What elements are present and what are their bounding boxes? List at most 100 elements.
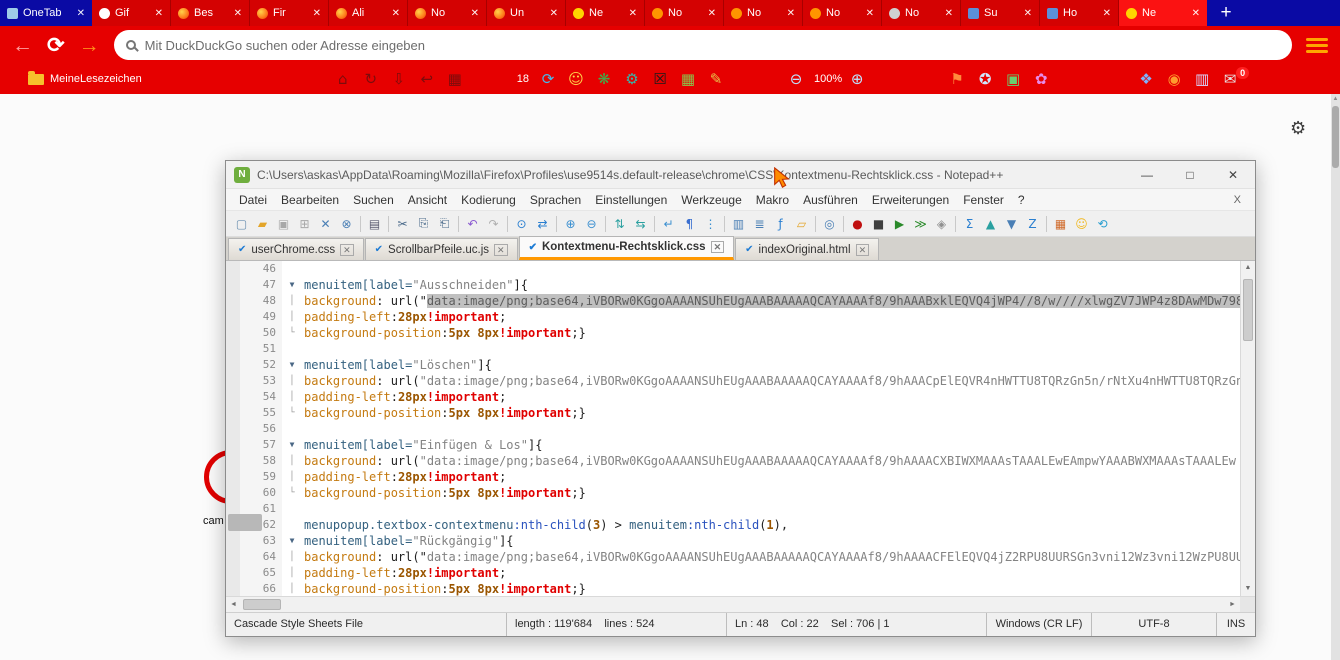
menu-button[interactable] [1306,38,1328,53]
tab-close-icon[interactable]: ✕ [234,8,242,19]
browser-tab[interactable]: Ali✕ [329,0,408,26]
zoom-out-icon[interactable]: ⊖ [785,65,807,93]
tab-close-icon[interactable]: ✕ [711,241,725,253]
tab-close-icon[interactable]: ✕ [155,8,163,19]
menu-makro[interactable]: Makro [749,193,796,207]
plugin-triangle-up-icon[interactable]: ▲ [980,214,1001,234]
record-macro-icon[interactable]: ● [847,214,868,234]
globe-icon[interactable]: ✪ [974,65,996,93]
print-icon[interactable]: ▤ [364,214,385,234]
plugin-smiley-icon[interactable]: ☺ [1071,214,1092,234]
menu-sprachen[interactable]: Sprachen [523,193,588,207]
npp-tab[interactable]: ✔ScrollbarPfeile.uc.js✕ [365,238,518,260]
browser-tab[interactable]: Un✕ [487,0,566,26]
minimize-button[interactable]: — [1129,168,1165,182]
menu-fenster[interactable]: Fenster [956,193,1011,207]
code-area[interactable]: menuitem[label="Ausschneiden"]{backgroun… [302,261,1240,596]
url-input[interactable] [145,38,1280,53]
tab-close-icon[interactable]: ✕ [787,8,795,19]
grid-icon[interactable]: ▦ [444,65,466,93]
smiley-icon[interactable]: ☺ [565,65,587,93]
browser-tab[interactable]: Gif✕ [92,0,171,26]
browser-tab[interactable]: No✕ [803,0,882,26]
tab-close-icon[interactable]: ✕ [340,244,354,256]
tab-close-icon[interactable]: ✕ [494,244,508,256]
notes-icon[interactable]: ✎ [705,65,727,93]
word-wrap-icon[interactable]: ↵ [658,214,679,234]
close-all-icon[interactable]: ⊗ [336,214,357,234]
open-file-icon[interactable]: ▰ [252,214,273,234]
tab-close-icon[interactable]: ✕ [1192,8,1200,19]
undo-icon[interactable]: ↶ [462,214,483,234]
save-macro-icon[interactable]: ◈ [931,214,952,234]
npp-titlebar[interactable]: N C:\Users\askas\AppData\Roaming\Mozilla… [226,161,1255,189]
menu-bearbeiten[interactable]: Bearbeiten [274,193,346,207]
browser-tab[interactable]: No✕ [724,0,803,26]
browser-tab[interactable]: No✕ [408,0,487,26]
save-all-icon[interactable]: ⊞ [294,214,315,234]
redo-icon[interactable]: ↷ [483,214,504,234]
stop-macro-icon[interactable]: ■ [868,214,889,234]
bookmarks-folder-icon[interactable] [28,74,44,85]
tab-close-icon[interactable]: ✕ [866,8,874,19]
menu-erweiterungen[interactable]: Erweiterungen [865,193,956,207]
browser-tab[interactable]: Fir✕ [250,0,329,26]
undo-icon[interactable]: ↩ [416,65,438,93]
function-list-icon[interactable]: ƒ [770,214,791,234]
scroll-up-arrow[interactable]: ▲ [1331,94,1340,102]
fold-marker[interactable]: ▼ [282,437,302,453]
document-list-icon[interactable]: ≣ [749,214,770,234]
back-button[interactable]: ← [12,35,33,56]
zoom-out-icon[interactable]: ⊖ [581,214,602,234]
paste-icon[interactable]: ⎗ [434,214,455,234]
tab-close-icon[interactable]: ✕ [471,8,479,19]
run-macro-multiple-icon[interactable]: ≫ [910,214,931,234]
save-icon[interactable]: ▣ [273,214,294,234]
scrollbar-thumb[interactable] [1243,279,1253,341]
menu-kodierung[interactable]: Kodierung [454,193,523,207]
sync-vertical-scroll-icon[interactable]: ⇅ [609,214,630,234]
folder-as-workspace-icon[interactable]: ▱ [791,214,812,234]
sync-horizontal-scroll-icon[interactable]: ⇆ [630,214,651,234]
close-button[interactable]: ✕ [1215,168,1251,182]
menu-suchen[interactable]: Suchen [346,193,401,207]
monitoring-icon[interactable]: ◎ [819,214,840,234]
tab-close-icon[interactable]: ✕ [945,8,953,19]
menu-ansicht[interactable]: Ansicht [401,193,454,207]
browser-tab[interactable]: Bes✕ [171,0,250,26]
plugin-z-icon[interactable]: Z [1022,214,1043,234]
close-box-icon[interactable]: ☒ [649,65,671,93]
menu-ausführen[interactable]: Ausführen [796,193,865,207]
scroll-up-arrow[interactable]: ▲ [1241,261,1255,275]
download-icon[interactable]: ⇩ [388,65,410,93]
reload-button[interactable]: ⟳ [47,35,65,56]
browser-tab[interactable]: Ne✕ [566,0,645,26]
browser-tab[interactable]: No✕ [645,0,724,26]
id-badge-icon[interactable]: ▥ [1191,65,1213,93]
pin-icon[interactable]: ❖ [1135,65,1157,93]
scrollbar-thumb[interactable] [1332,106,1339,168]
rss-icon[interactable]: ◉ [1163,65,1185,93]
tab-close-icon[interactable]: ✕ [313,8,321,19]
plugin-triangle-down-icon[interactable]: ▼ [1001,214,1022,234]
npp-tab[interactable]: ✔userChrome.css✕ [228,238,364,260]
forward-button[interactable]: → [79,35,100,56]
fold-marker[interactable]: ▼ [282,357,302,373]
document-map-icon[interactable]: ▥ [728,214,749,234]
maximize-button[interactable]: □ [1172,168,1208,182]
browser-tab[interactable]: Ho✕ [1040,0,1119,26]
save-page-icon[interactable]: ▣ [1002,65,1024,93]
zoom-in-icon[interactable]: ⊕ [560,214,581,234]
browser-scrollbar[interactable]: ▲ [1331,94,1340,660]
tab-close-icon[interactable]: ✕ [392,8,400,19]
settings-gear-icon[interactable]: ⚙ [1290,118,1306,139]
menu-werkzeuge[interactable]: Werkzeuge [674,193,748,207]
fold-marker[interactable]: ▼ [282,277,302,293]
flag-icon[interactable]: ⚑ [946,65,968,93]
new-tab-button[interactable]: + [1207,0,1245,26]
tab-close-icon[interactable]: ✕ [708,8,716,19]
table-icon[interactable]: ▦ [677,65,699,93]
palette-icon[interactable]: ✿ [1030,65,1052,93]
copy-icon[interactable]: ⎘ [413,214,434,234]
new-file-icon[interactable]: ▢ [231,214,252,234]
